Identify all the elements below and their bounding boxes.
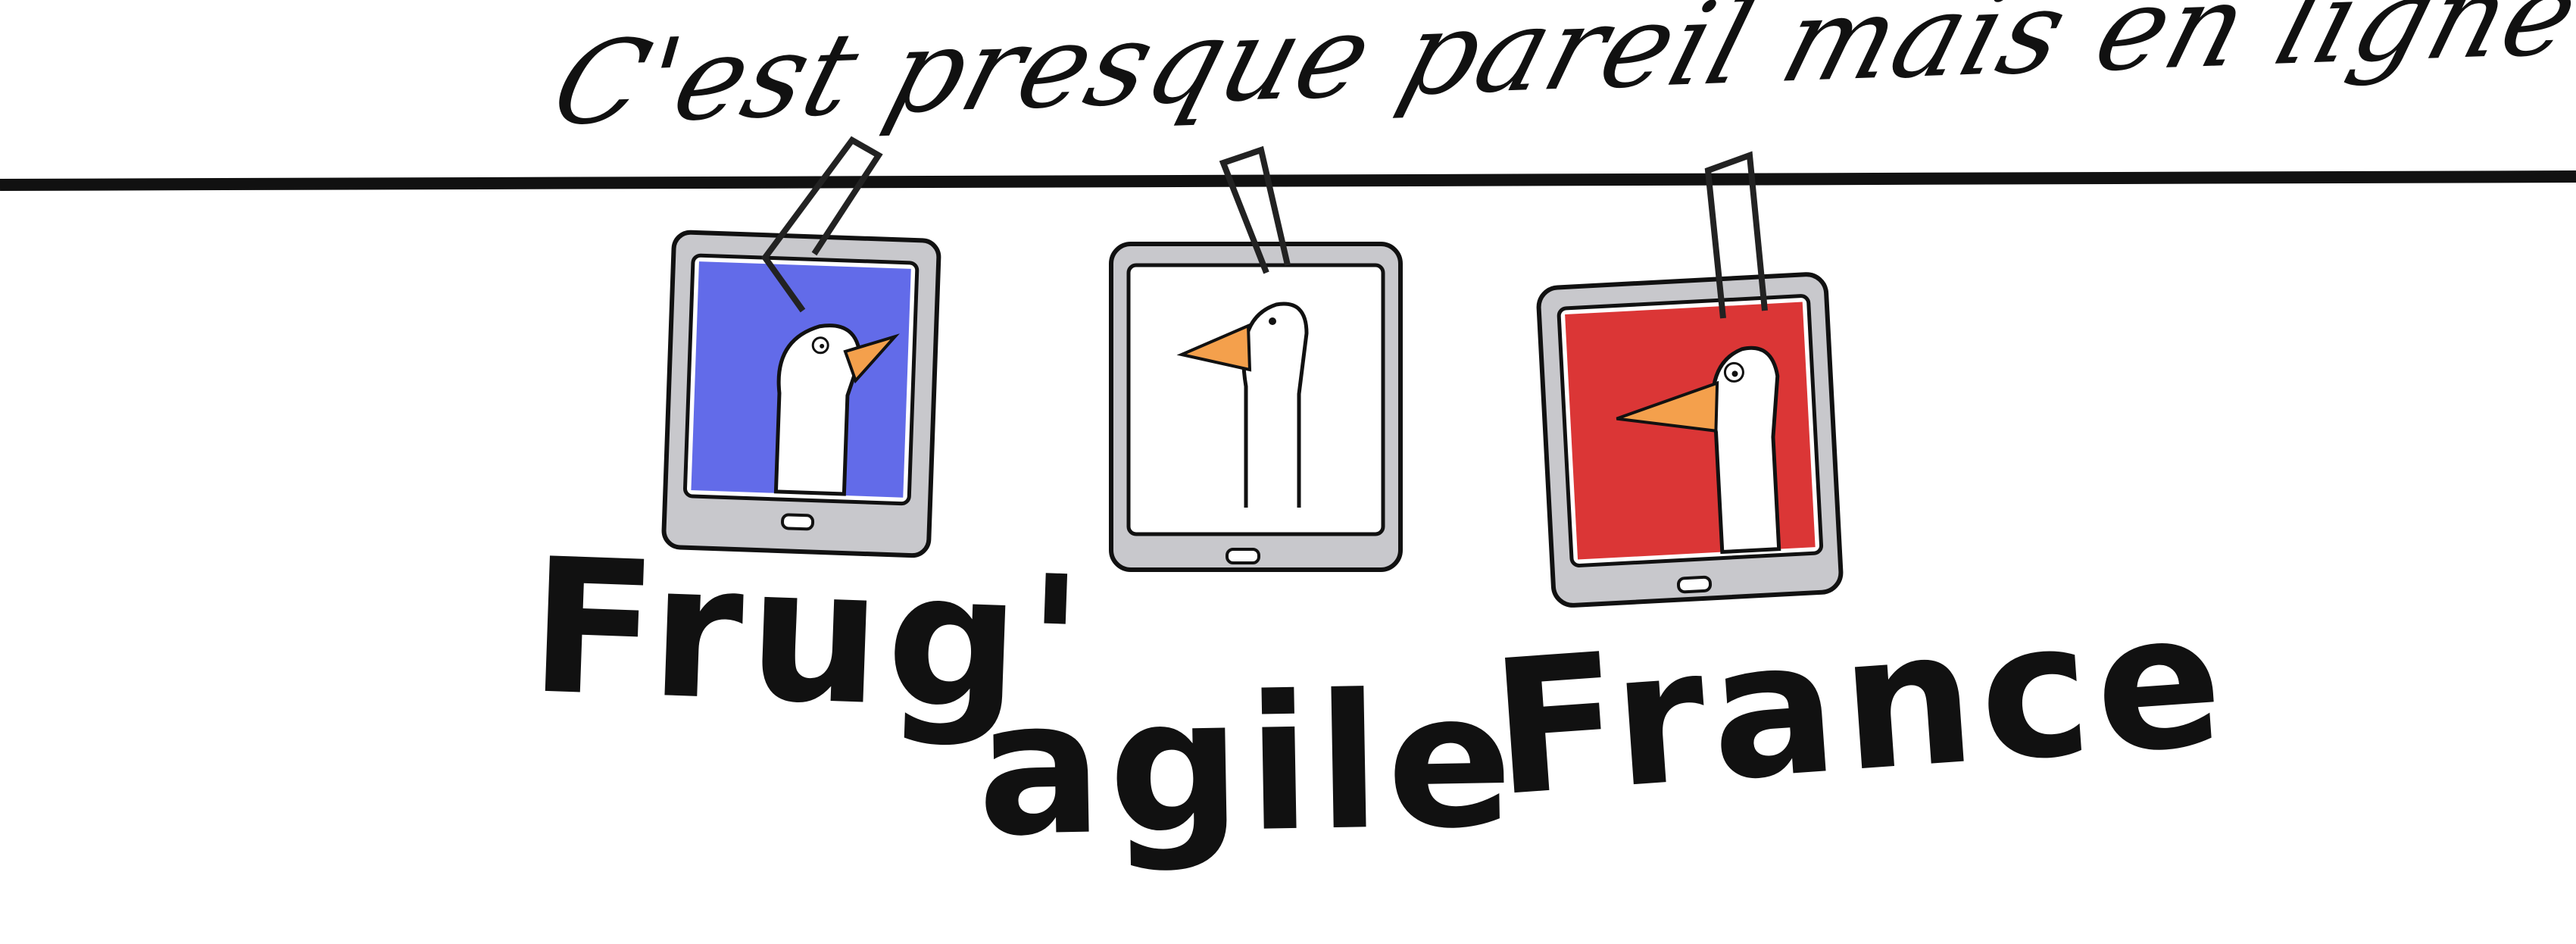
clothesline-line [0, 170, 2576, 191]
tablet-middle [1109, 242, 1403, 572]
banner-stage: C'est presque pareil mais en ligne Frug'… [0, 0, 2576, 944]
tablet-left [661, 230, 941, 558]
goose-middle-icon [1241, 302, 1309, 508]
tablet-right [1536, 272, 1844, 608]
title-part-agile: agile [975, 652, 1521, 878]
goose-right-icon [1710, 345, 1781, 555]
